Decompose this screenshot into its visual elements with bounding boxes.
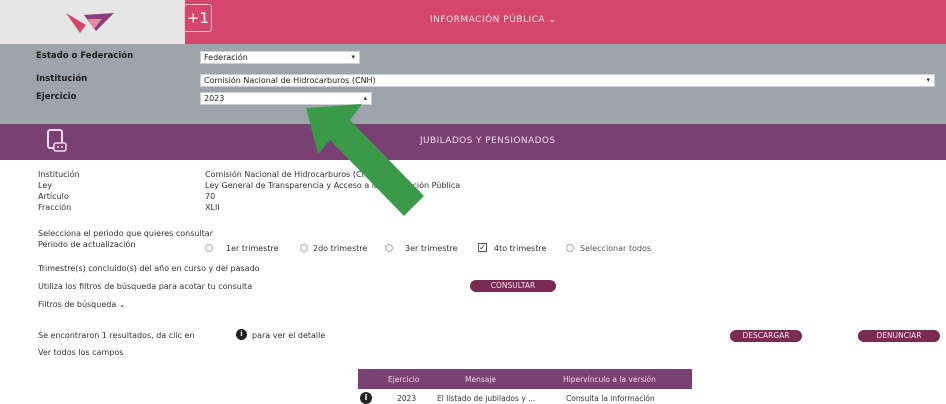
top-bar: +1 INFORMACIÓN PÚBLICA ⌄ <box>0 0 946 44</box>
column-header-hipervinculo: Hipervínculo a la versión <box>563 375 656 384</box>
cell-mensaje: El listado de jubilados y ... <box>437 394 536 403</box>
period-prompt: Selecciona el periodo que quieres consul… <box>38 229 213 238</box>
logo-area <box>0 0 185 44</box>
info-ley-label: Ley <box>38 181 52 190</box>
info-articulo-label: Artículo <box>38 192 69 201</box>
filters-hint: Utiliza los filtros de búsqueda para aco… <box>38 282 253 291</box>
caret-down-icon: ▾ <box>351 53 355 61</box>
cell-ejercicio: 2023 <box>397 394 417 403</box>
arrow-icon <box>306 104 424 216</box>
radio-3er[interactable] <box>385 244 393 252</box>
option-4to-label[interactable]: 4to trimestre <box>494 244 546 253</box>
info-articulo-value: 70 <box>205 192 216 201</box>
column-header-ejercicio: Ejercicio <box>388 375 420 384</box>
denunciar-button[interactable]: DENUNCIAR <box>858 330 940 342</box>
option-1er-label[interactable]: 1er trimestre <box>226 244 279 253</box>
info-fraccion-label: Fracción <box>38 203 72 212</box>
institucion-select[interactable]: Comisión Nacional de Hidrocarburos (CNH)… <box>200 74 935 87</box>
filtros-busqueda-toggle[interactable]: Filtros de búsqueda ⌄ <box>38 300 125 309</box>
estado-value: Federación <box>204 53 248 62</box>
estado-select[interactable]: Federación ▾ <box>200 51 360 64</box>
radio-1er[interactable] <box>205 244 213 252</box>
checkbox-4to[interactable]: ✓ <box>478 243 487 252</box>
info-institucion-label: Institución <box>38 170 80 179</box>
ver-todos-link[interactable]: Ver todos los campos <box>38 348 123 357</box>
logo-icon[interactable] <box>62 7 118 37</box>
institucion-value: Comisión Nacional de Hidrocarburos (CNH) <box>204 76 376 85</box>
ejercicio-value: 2023 <box>204 94 225 103</box>
document-icon <box>47 129 67 152</box>
radio-todos[interactable] <box>566 244 574 252</box>
header-title[interactable]: INFORMACIÓN PÚBLICA ⌄ <box>430 15 556 25</box>
new-tab-icon[interactable]: +1 <box>184 4 212 32</box>
column-header-mensaje: Mensaje <box>465 375 497 384</box>
radio-2do[interactable] <box>300 244 308 252</box>
option-3er-label[interactable]: 3er trimestre <box>405 244 458 253</box>
descargar-button[interactable]: DESCARGAR <box>730 330 802 342</box>
ejercicio-label: Ejercicio <box>36 92 77 102</box>
results-summary-prefix: Se encontraron 1 resultados, da clic en <box>38 331 195 340</box>
trimestres-text: Trimestre(s) concluido(s) del año en cur… <box>38 264 260 273</box>
row-detail-icon[interactable]: i <box>360 392 372 404</box>
consultar-button[interactable]: CONSULTAR <box>470 280 556 292</box>
caret-down-icon: ▾ <box>926 76 930 84</box>
section-bar: JUBILADOS Y PENSIONADOS <box>0 124 946 160</box>
section-title: JUBILADOS Y PENSIONADOS <box>420 136 556 146</box>
filter-panel: Estado o Federación Federación ▾ Institu… <box>0 44 946 124</box>
option-2do-label[interactable]: 2do trimestre <box>313 244 367 253</box>
option-todos-label[interactable]: Seleccionar todos <box>580 244 651 253</box>
period-label: Periodo de actualización <box>38 240 136 249</box>
results-table-header: Ejercicio Mensaje Hipervínculo a la vers… <box>358 369 692 389</box>
estado-label: Estado o Federación <box>36 51 134 61</box>
institucion-label: Institución <box>36 74 88 84</box>
results-summary-suffix: para ver el detalle <box>252 331 326 340</box>
info-fraccion-value: XLII <box>205 203 220 212</box>
cell-hipervinculo[interactable]: Consulta la información <box>566 394 655 403</box>
info-icon: i <box>236 329 247 340</box>
